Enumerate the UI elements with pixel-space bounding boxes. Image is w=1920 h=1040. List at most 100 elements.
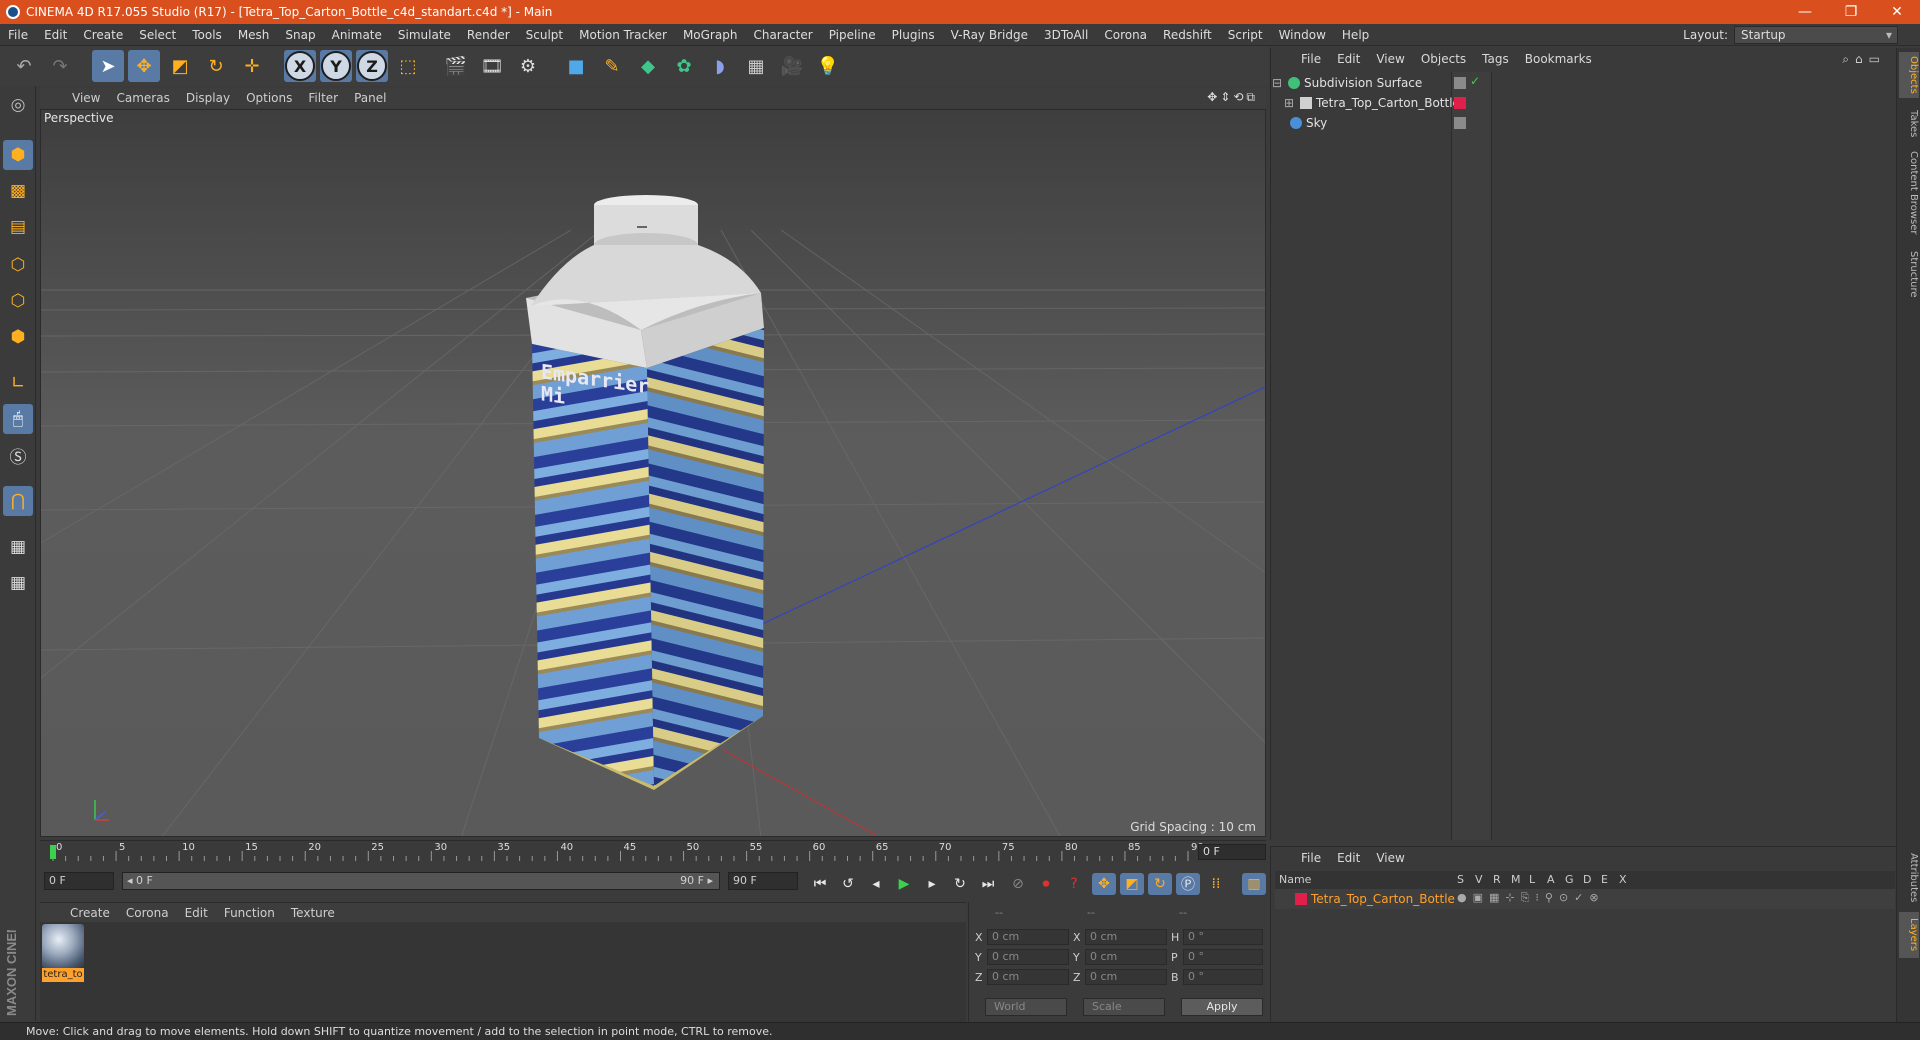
tab-objects[interactable]: Objects [1899, 52, 1919, 98]
record-button[interactable]: ⏺ [1034, 873, 1058, 895]
menu-render[interactable]: Render [459, 28, 518, 42]
material-menu-function[interactable]: Function [216, 906, 283, 920]
menu-plugins[interactable]: Plugins [884, 28, 943, 42]
new-view-icon[interactable]: ▭ [1869, 52, 1886, 66]
lock-workplane-button[interactable]: ▦ [3, 532, 33, 562]
object-row-tetra-top-carton-bottle[interactable]: ⊞ Tetra_Top_Carton_Bottle [1284, 93, 1460, 113]
menu-snap[interactable]: Snap [277, 28, 323, 42]
key-parameter-button[interactable]: Ⓟ [1176, 873, 1200, 895]
y-axis-button[interactable]: Y [320, 50, 352, 82]
go-to-start-button[interactable]: ⏮ [808, 873, 832, 895]
go-to-end-button[interactable]: ⏭ [976, 873, 1000, 895]
viewport-menu-cameras[interactable]: Cameras [108, 91, 177, 105]
texture-mode-button[interactable]: ▩ [3, 176, 33, 206]
layer-col-a[interactable]: A [1547, 873, 1555, 886]
points-mode-button[interactable]: ⬡ [3, 250, 33, 280]
z-axis-button[interactable]: Z [356, 50, 388, 82]
menu-character[interactable]: Character [745, 28, 820, 42]
menu-create[interactable]: Create [75, 28, 131, 42]
play-button[interactable]: ▶ [892, 873, 916, 895]
layer-color-swatch-red[interactable] [1454, 97, 1466, 109]
layer-col-r[interactable]: R [1493, 873, 1501, 886]
cube-primitive-button[interactable]: ■ [560, 50, 592, 82]
menu-3dtoall[interactable]: 3DToAll [1036, 28, 1096, 42]
layer-col-g[interactable]: G [1565, 873, 1574, 886]
om-menu-file[interactable]: File [1293, 52, 1329, 66]
lm-menu-edit[interactable]: Edit [1329, 851, 1368, 865]
key-pla-button[interactable]: ⁞⁞ [1204, 873, 1228, 895]
last-tool-button[interactable]: ✛ [236, 50, 268, 82]
live-selection-button[interactable]: ➤ [92, 50, 124, 82]
visibility-check-icon[interactable]: ✓ [1470, 74, 1480, 88]
om-menu-bookmarks[interactable]: Bookmarks [1517, 52, 1600, 66]
coords-rot-p-field[interactable]: 0 ° [1183, 949, 1263, 965]
preview-range-slider[interactable]: ◂ 0 F 90 F ▸ [122, 872, 720, 890]
layer-col-e[interactable]: E [1601, 873, 1608, 886]
menu-tools[interactable]: Tools [184, 28, 230, 42]
tab-structure[interactable]: Structure [1899, 244, 1919, 304]
next-key-button[interactable]: ↻ [948, 873, 972, 895]
viewport-menu-options[interactable]: Options [238, 91, 300, 105]
key-position-button[interactable]: ✥ [1092, 873, 1116, 895]
workplane-button[interactable]: ▤ [3, 212, 33, 242]
rotate-tool-button[interactable]: ↻ [200, 50, 232, 82]
menu-sculpt[interactable]: Sculpt [518, 28, 571, 42]
coords-rot-b-field[interactable]: 0 ° [1183, 969, 1263, 985]
menu-simulate[interactable]: Simulate [390, 28, 459, 42]
light-button[interactable]: 💡 [812, 50, 844, 82]
layer-col-m[interactable]: M [1511, 873, 1521, 886]
coords-pos-z-field[interactable]: 0 cm [987, 969, 1069, 985]
undo-button[interactable]: ↶ [8, 50, 40, 82]
material-menu-texture[interactable]: Texture [283, 906, 343, 920]
layer-toggle-icons[interactable]: ●▣▦⊹⎘⁝⚲⊙✓⊗ [1457, 891, 1605, 905]
material-menu-corona[interactable]: Corona [118, 906, 177, 920]
material-list-area[interactable] [40, 922, 966, 1022]
layer-col-x[interactable]: X [1619, 873, 1627, 886]
camera-button[interactable]: 🎥 [776, 50, 808, 82]
menu-motion-tracker[interactable]: Motion Tracker [571, 28, 675, 42]
next-frame-button[interactable]: ▸ [920, 873, 944, 895]
coords-size-y-field[interactable]: 0 cm [1085, 949, 1167, 965]
layer-col-s[interactable]: S [1457, 873, 1464, 886]
om-menu-tags[interactable]: Tags [1474, 52, 1517, 66]
planar-workplane-button[interactable]: ▦ [3, 568, 33, 598]
subdivision-generator-button[interactable]: ◆ [632, 50, 664, 82]
coords-pos-y-field[interactable]: 0 cm [987, 949, 1069, 965]
om-menu-view[interactable]: View [1368, 52, 1412, 66]
polygons-mode-button[interactable]: ⬢ [3, 322, 33, 352]
timeline-ruler[interactable]: 051015202530354045505560657075808590 [40, 840, 1266, 862]
layer-col-name[interactable]: Name [1279, 873, 1311, 886]
min-frame-field[interactable]: 0 F [44, 872, 114, 890]
autokey-button[interactable]: ? [1062, 873, 1086, 895]
tab-takes[interactable]: Takes [1899, 104, 1919, 144]
lm-menu-view[interactable]: View [1368, 851, 1412, 865]
snap-button[interactable]: Ⓢ [3, 440, 33, 470]
viewport-menu-filter[interactable]: Filter [300, 91, 346, 105]
material-thumbnail[interactable] [42, 924, 84, 968]
menu-edit[interactable]: Edit [36, 28, 75, 42]
layer-color-icon[interactable] [1295, 893, 1307, 905]
coords-pos-x-field[interactable]: 0 cm [987, 929, 1069, 945]
lm-menu-file[interactable]: File [1293, 851, 1329, 865]
previous-frame-button[interactable]: ◂ [864, 873, 888, 895]
menu-vray-bridge[interactable]: V-Ray Bridge [943, 28, 1036, 42]
viewport-menu-view[interactable]: View [64, 91, 108, 105]
coordinate-system-button[interactable]: ⬚ [392, 50, 424, 82]
menu-mesh[interactable]: Mesh [230, 28, 278, 42]
om-menu-edit[interactable]: Edit [1329, 52, 1368, 66]
timeline-window-button[interactable]: ▥ [1242, 873, 1266, 895]
perspective-viewport[interactable]: EmparrierMi [40, 109, 1266, 837]
enable-axis-button[interactable]: ∟ [3, 368, 33, 398]
collapse-toggle-icon[interactable]: ⊟ [1272, 76, 1284, 90]
om-search-icons[interactable]: ⌕ ⌂ ▭ [1820, 48, 1886, 70]
search-icon[interactable]: ⌕ [1842, 52, 1855, 67]
menu-file[interactable]: File [0, 28, 36, 42]
menu-pipeline[interactable]: Pipeline [821, 28, 884, 42]
pen-spline-button[interactable]: ✎ [596, 50, 628, 82]
material-name-label[interactable]: tetra_to [42, 968, 84, 982]
edges-mode-button[interactable]: ⬡ [3, 286, 33, 316]
menu-help[interactable]: Help [1334, 28, 1377, 42]
object-row-subdivision-surface[interactable]: ⊟ Subdivision Surface [1272, 73, 1448, 93]
scale-tool-button[interactable]: ◩ [164, 50, 196, 82]
key-rotation-button[interactable]: ↻ [1148, 873, 1172, 895]
